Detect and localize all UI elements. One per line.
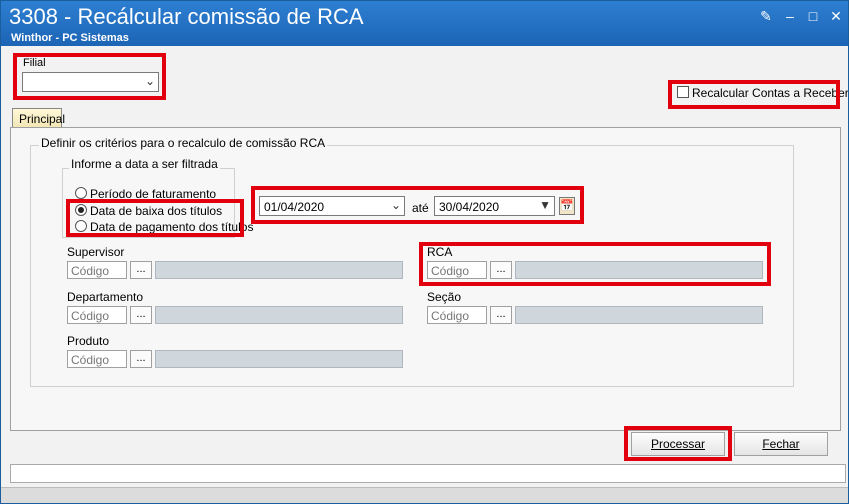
date-group-title: Informe a data a ser filtrada bbox=[69, 157, 220, 171]
highlight-box-dates bbox=[251, 186, 584, 224]
title-bar: 3308 - Recálcular comissão de RCA Wintho… bbox=[1, 1, 848, 46]
edit-icon[interactable]: ✎ bbox=[759, 9, 773, 23]
produto-label: Produto bbox=[67, 334, 110, 348]
highlight-box-rca bbox=[419, 242, 771, 286]
supervisor-code-placeholder: Código bbox=[71, 264, 110, 278]
departamento-lookup-button[interactable]: ... bbox=[130, 306, 152, 324]
departamento-code-placeholder: Código bbox=[71, 309, 110, 323]
maximize-icon[interactable]: □ bbox=[806, 9, 820, 23]
fechar-button[interactable]: Fechar bbox=[734, 432, 828, 456]
secao-description bbox=[515, 306, 763, 324]
departamento-label: Departamento bbox=[67, 290, 144, 304]
secao-code-placeholder: Código bbox=[431, 309, 470, 323]
highlight-box-recalcular bbox=[668, 80, 840, 109]
bottom-bar bbox=[1, 487, 848, 503]
supervisor-lookup-button[interactable]: ... bbox=[130, 261, 152, 279]
minimize-icon[interactable]: – bbox=[783, 9, 797, 23]
status-bar bbox=[10, 464, 846, 483]
secao-lookup-button[interactable]: ... bbox=[490, 306, 512, 324]
tab-principal[interactable]: Principal bbox=[12, 108, 66, 128]
secao-code-input[interactable]: Código bbox=[427, 306, 487, 324]
tab-principal-label: Principal bbox=[19, 112, 66, 126]
supervisor-label: Supervisor bbox=[67, 245, 125, 259]
produto-description bbox=[155, 350, 403, 368]
criteria-group-title: Definir os critérios para o recalculo de… bbox=[39, 136, 328, 150]
window-subtitle: Winthor - PC Sistemas bbox=[11, 32, 129, 44]
highlight-box-filial bbox=[13, 53, 166, 100]
highlight-box-radios bbox=[66, 199, 244, 237]
departamento-code-input[interactable]: Código bbox=[67, 306, 127, 324]
main-window: 3308 - Recálcular comissão de RCA Wintho… bbox=[0, 0, 849, 504]
supervisor-description bbox=[155, 261, 403, 279]
departamento-description bbox=[155, 306, 403, 324]
window-title: 3308 - Recálcular comissão de RCA bbox=[9, 4, 364, 29]
secao-label: Seção bbox=[427, 290, 462, 304]
produto-code-input[interactable]: Código bbox=[67, 350, 127, 368]
close-icon[interactable]: ✕ bbox=[829, 9, 843, 23]
highlight-box-processar bbox=[624, 426, 732, 461]
radio-periodo-faturamento[interactable] bbox=[75, 187, 87, 199]
produto-lookup-button[interactable]: ... bbox=[130, 350, 152, 368]
supervisor-code-input[interactable]: Código bbox=[67, 261, 127, 279]
produto-code-placeholder: Código bbox=[71, 353, 110, 367]
